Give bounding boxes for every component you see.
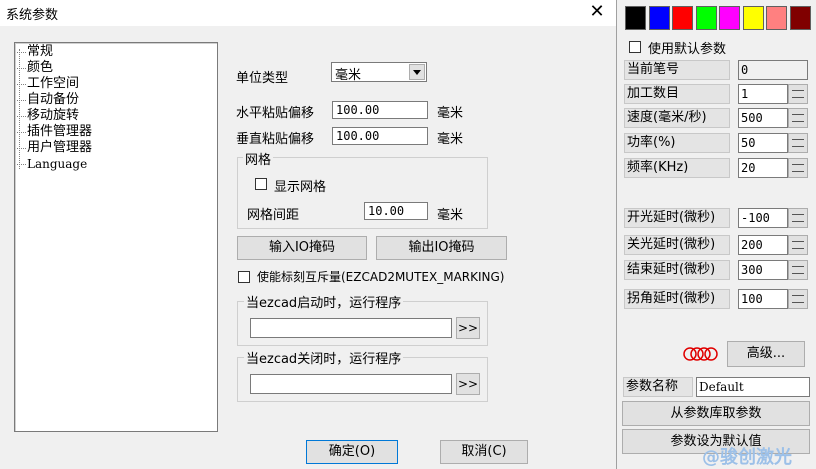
unit-type-label: 单位类型 bbox=[236, 71, 289, 86]
use-default-params-label: 使用默认参数 bbox=[648, 42, 727, 57]
tree-item-user-manager[interactable]: 用户管理器 bbox=[16, 140, 92, 156]
tree-item-auto-backup[interactable]: 自动备份 bbox=[16, 92, 79, 108]
h-offset-input[interactable]: 100.00 bbox=[332, 101, 428, 119]
param-label-speed: 速度(毫米/秒) bbox=[624, 108, 730, 128]
unit-type-value: 毫米 bbox=[335, 68, 362, 83]
h-offset-label: 水平粘贴偏移 bbox=[236, 106, 315, 121]
tree-item-move-rotate[interactable]: 移动旋转 bbox=[16, 108, 79, 124]
delay-input-end[interactable]: 300 bbox=[738, 260, 788, 280]
pen-color-swatch[interactable] bbox=[719, 6, 740, 30]
delay-input-laser-on[interactable]: -100 bbox=[738, 208, 788, 228]
pen-color-swatch[interactable] bbox=[625, 6, 646, 30]
watermark-text: @骏创激光 bbox=[702, 447, 792, 468]
param-label-current-pen: 当前笔号 bbox=[624, 60, 730, 80]
pen-color-swatch[interactable] bbox=[789, 6, 811, 30]
delay-label-laser-on: 开光延时(微秒) bbox=[624, 208, 730, 228]
output-io-mask-button[interactable]: 输出IO掩码 bbox=[376, 236, 507, 260]
laser-off-delay-spinner[interactable] bbox=[788, 235, 808, 255]
show-grid-label: 显示网格 bbox=[274, 180, 327, 195]
count-spinner[interactable] bbox=[788, 84, 808, 104]
shutdown-browse-button[interactable]: >> bbox=[456, 373, 480, 395]
shutdown-group-title: 当ezcad关闭时，运行程序 bbox=[244, 348, 404, 367]
param-input-count[interactable]: 1 bbox=[738, 84, 788, 104]
param-name-input[interactable]: Default bbox=[696, 377, 810, 397]
shutdown-program-input[interactable] bbox=[250, 374, 452, 394]
use-default-params-checkbox[interactable] bbox=[629, 41, 641, 53]
startup-group-title: 当ezcad启动时，运行程序 bbox=[244, 292, 404, 311]
laser-on-delay-spinner[interactable] bbox=[788, 208, 808, 228]
category-tree[interactable]: 常规 颜色 工作空间 自动备份 移动旋转 插件管理器 用户管理器 Languag… bbox=[14, 42, 218, 432]
param-input-frequency[interactable]: 20 bbox=[738, 158, 788, 178]
frequency-spinner[interactable] bbox=[788, 158, 808, 178]
mutex-checkbox[interactable] bbox=[238, 271, 250, 283]
param-label-power: 功率(%) bbox=[624, 133, 730, 153]
speed-spinner[interactable] bbox=[788, 108, 808, 128]
v-offset-input[interactable]: 100.00 bbox=[332, 127, 428, 145]
param-name-label: 参数名称 bbox=[623, 377, 693, 397]
tree-item-language[interactable]: Language bbox=[16, 156, 87, 172]
load-from-lib-button[interactable]: 从参数库取参数 bbox=[622, 401, 810, 426]
h-offset-unit: 毫米 bbox=[437, 106, 464, 121]
ok-button[interactable]: 确定(O) bbox=[306, 440, 398, 464]
pen-color-swatch[interactable] bbox=[648, 6, 670, 30]
pen-color-swatch[interactable] bbox=[672, 6, 693, 30]
startup-browse-button[interactable]: >> bbox=[456, 317, 480, 339]
pen-params-panel: 使用默认参数 当前笔号 0 加工数目 1 速度(毫米/秒) 500 功率(%) … bbox=[617, 0, 816, 469]
tree-item-general[interactable]: 常规 bbox=[16, 44, 53, 60]
param-input-speed[interactable]: 500 bbox=[738, 108, 788, 128]
v-offset-label: 垂直粘贴偏移 bbox=[236, 132, 315, 147]
dialog-title: 系统参数 bbox=[6, 8, 59, 23]
cancel-button[interactable]: 取消(C) bbox=[440, 440, 528, 464]
v-offset-unit: 毫米 bbox=[437, 132, 464, 147]
delay-label-end: 结束延时(微秒) bbox=[624, 260, 730, 280]
title-bar: 系统参数 ✕ bbox=[0, 0, 616, 26]
delay-input-corner[interactable]: 100 bbox=[738, 289, 788, 309]
param-label-frequency: 频率(KHz) bbox=[624, 158, 730, 178]
advanced-button[interactable]: 高级... bbox=[727, 341, 805, 367]
corner-delay-spinner[interactable] bbox=[788, 289, 808, 309]
tree-item-workspace[interactable]: 工作空间 bbox=[16, 76, 79, 92]
tree-connector-line bbox=[19, 49, 20, 169]
startup-program-input[interactable] bbox=[250, 318, 452, 338]
pen-color-swatch[interactable] bbox=[766, 6, 787, 30]
delay-input-laser-off[interactable]: 200 bbox=[738, 235, 788, 255]
param-input-power[interactable]: 50 bbox=[738, 133, 788, 153]
pen-color-swatch[interactable] bbox=[695, 6, 717, 30]
grid-group-title: 网格 bbox=[243, 149, 274, 168]
tree-item-plugin-manager[interactable]: 插件管理器 bbox=[16, 124, 92, 140]
unit-type-select[interactable]: 毫米 bbox=[331, 62, 427, 83]
power-spinner[interactable] bbox=[788, 133, 808, 153]
grid-spacing-input[interactable]: 10.00 bbox=[364, 202, 428, 220]
waveform-icon[interactable] bbox=[682, 344, 720, 364]
chevron-down-icon[interactable] bbox=[409, 64, 425, 80]
delay-label-corner: 拐角延时(微秒) bbox=[624, 289, 730, 309]
tree-item-color[interactable]: 颜色 bbox=[16, 60, 53, 76]
delay-label-laser-off: 关光延时(微秒) bbox=[624, 235, 730, 255]
show-grid-checkbox[interactable] bbox=[255, 178, 267, 190]
param-label-count: 加工数目 bbox=[624, 84, 730, 104]
grid-spacing-unit: 毫米 bbox=[437, 208, 464, 223]
input-io-mask-button[interactable]: 输入IO掩码 bbox=[237, 236, 367, 260]
end-delay-spinner[interactable] bbox=[788, 260, 808, 280]
close-icon[interactable]: ✕ bbox=[586, 1, 608, 23]
param-input-current-pen: 0 bbox=[738, 60, 808, 80]
grid-spacing-label: 网格间距 bbox=[247, 208, 300, 223]
mutex-label: 使能标刻互斥量(EZCAD2MUTEX_MARKING) bbox=[257, 270, 505, 284]
system-params-dialog: 系统参数 ✕ 常规 颜色 工作空间 自动备份 移动旋转 插件管理器 用户管理器 … bbox=[0, 0, 617, 469]
pen-color-swatch[interactable] bbox=[742, 6, 764, 30]
